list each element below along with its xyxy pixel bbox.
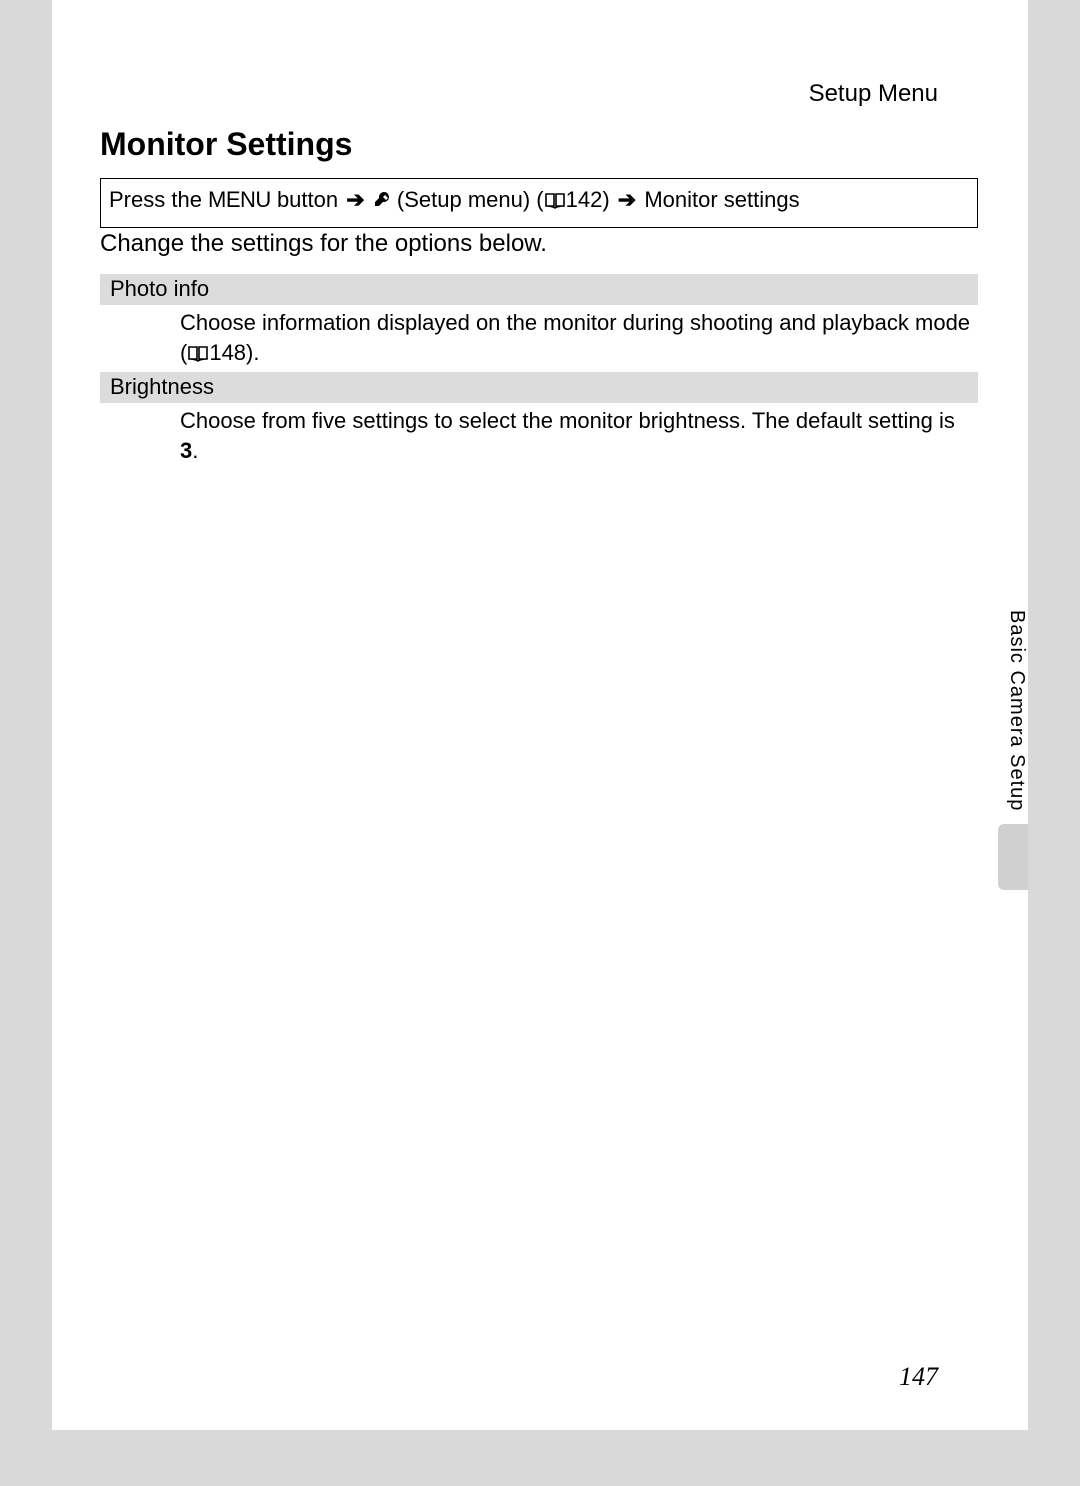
option-ref: 148).: [209, 340, 259, 365]
option-body-photo-info: Choose information displayed on the moni…: [180, 308, 978, 370]
default-value: 3: [180, 438, 192, 463]
section-header: Setup Menu: [809, 80, 938, 108]
option-header-brightness: Brightness: [100, 372, 978, 403]
wrench-icon: [373, 188, 391, 219]
nav-text: Monitor settings: [638, 187, 799, 212]
side-tab-label: Basic Camera Setup: [998, 608, 1028, 828]
page-title: Monitor Settings: [100, 126, 352, 163]
arrow-right-icon: ➔: [618, 185, 636, 216]
option-text: Choose from five settings to select the …: [180, 408, 955, 433]
side-tab-thumb: [998, 824, 1028, 890]
side-tab: Basic Camera Setup: [998, 608, 1028, 890]
intro-text: Change the settings for the options belo…: [100, 230, 547, 258]
option-text: .: [192, 438, 198, 463]
book-icon: [187, 341, 209, 371]
nav-text: Press the: [109, 187, 208, 212]
page-number: 147: [899, 1362, 938, 1392]
option-body-brightness: Choose from five settings to select the …: [180, 406, 978, 465]
option-header-photo-info: Photo info: [100, 274, 978, 305]
menu-button-label: MENU: [208, 187, 271, 212]
book-icon: [544, 188, 566, 219]
manual-page: Setup Menu Monitor Settings Press the ME…: [52, 0, 1028, 1430]
option-text: Choose information displayed on the moni…: [180, 310, 970, 365]
arrow-right-icon: ➔: [346, 185, 364, 216]
nav-text: (Setup menu) (: [391, 187, 544, 212]
nav-text: button: [271, 187, 344, 212]
navigation-path-box: Press the MENU button ➔ (Setup menu) ( 1…: [100, 178, 978, 228]
nav-ref: 142): [566, 187, 616, 212]
